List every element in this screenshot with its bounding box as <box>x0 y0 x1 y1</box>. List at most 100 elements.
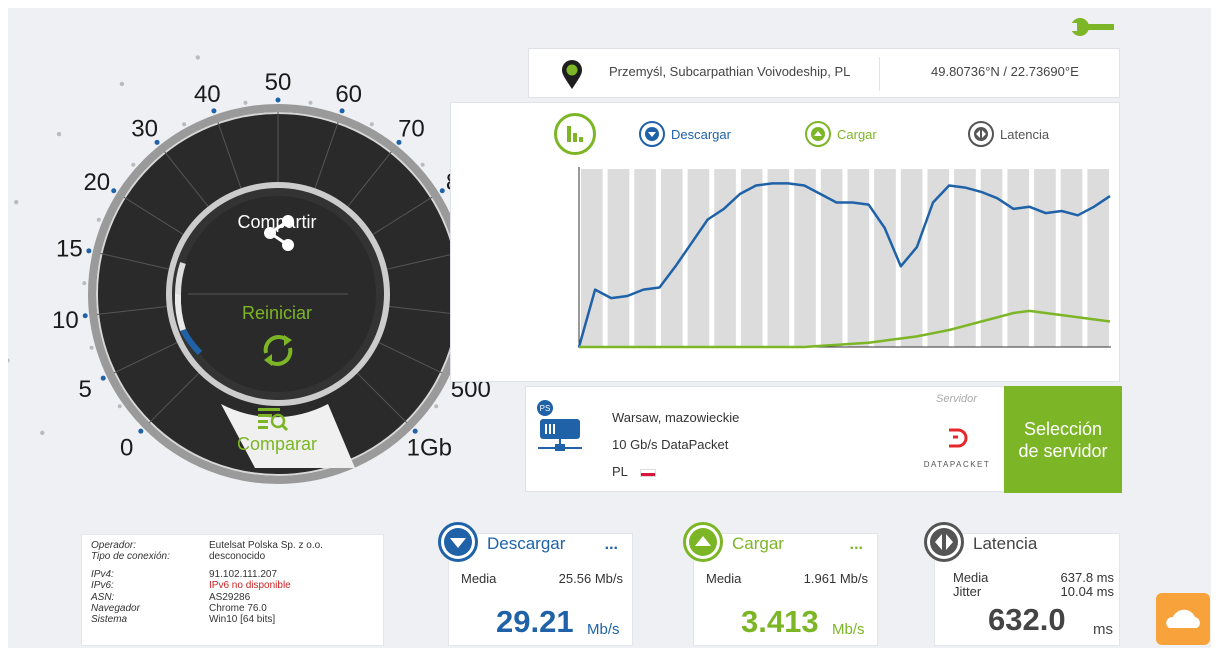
latency-icon <box>924 522 964 562</box>
gauge-dot <box>119 81 125 87</box>
latency-unit: ms <box>1093 621 1113 638</box>
info-value: Win10 [64 bits] <box>209 614 276 626</box>
gauge-label: 30 <box>131 116 158 143</box>
gauge-tick <box>131 162 136 167</box>
info-row: ASN: AS29286 <box>91 592 374 603</box>
download-avg-label: Media <box>461 571 497 586</box>
gauge-tick <box>275 97 281 103</box>
gauge-tick <box>96 217 101 222</box>
gauge-label: 70 <box>398 116 425 143</box>
chart-bar <box>954 169 976 347</box>
info-value: 91.102.111.207 <box>209 568 278 580</box>
download-arrow-icon <box>639 121 665 147</box>
wrench-icon[interactable] <box>1070 17 1114 37</box>
gauge-tick <box>243 100 248 105</box>
bar-chart-icon[interactable] <box>554 113 596 155</box>
upload-avg-label: Media <box>706 571 742 586</box>
upload-arrow-icon <box>805 121 831 147</box>
chart-bar <box>874 169 896 347</box>
gauge-tick <box>82 281 87 286</box>
info-row: IPv4: 91.102.111.207 <box>91 569 374 580</box>
chart-bar <box>607 169 630 347</box>
legend-latency[interactable]: Latencia <box>968 121 1049 147</box>
chart-bar <box>581 169 603 347</box>
gauge-label: 60 <box>335 81 362 108</box>
info-row: Tipo de conexión: desconocido <box>91 551 374 562</box>
speed-chart <box>578 167 1111 349</box>
select-server-button[interactable]: Selección de servidor <box>1004 386 1122 493</box>
server-country-row: PL <box>612 458 739 485</box>
location-coords: 49.80736°N / 22.73690°E <box>931 64 1079 79</box>
download-more-button[interactable]: ... <box>605 536 618 554</box>
datapacket-logo: DATAPACKET <box>922 427 992 469</box>
scroll-top-button[interactable] <box>1156 593 1210 645</box>
upload-card[interactable]: Cargar ... Media 1.961 Mb/s 3.413 Mb/s <box>683 522 878 646</box>
gauge-tick <box>89 345 94 350</box>
upload-speed-unit: Mb/s <box>832 621 865 638</box>
gauge-tick <box>100 375 106 381</box>
info-row: Operador: Eutelsat Polska Sp. z o.o. <box>91 540 374 551</box>
poland-flag-icon <box>639 468 656 477</box>
download-speed-value: 29.21 <box>496 604 574 639</box>
chart-bar <box>687 169 710 347</box>
gauge-label: 20 <box>83 169 110 196</box>
graph-panel: Descargar Cargar Latencia <box>450 102 1120 382</box>
latency-avg-value: 637.8 ms <box>1060 570 1114 585</box>
info-value: desconocido <box>209 551 266 563</box>
chart-bar <box>1007 169 1030 347</box>
info-value: Chrome 76.0 <box>209 603 267 615</box>
gauge-label: 15 <box>56 235 83 262</box>
location-pin-icon <box>562 60 582 89</box>
gauge-tick <box>308 100 313 105</box>
latency-value: 632.0 <box>988 602 1066 637</box>
gauge-tick <box>211 108 217 114</box>
latency-icon <box>968 121 994 147</box>
download-series-line <box>578 182 1111 348</box>
location-city: Przemyśl, Subcarpathian Voivodeship, PL <box>609 64 851 79</box>
server-city: Warsaw, mazowieckie <box>612 410 740 425</box>
chart-bar <box>1060 169 1083 347</box>
server-icon: PS <box>537 400 582 451</box>
gauge-label: 50 <box>265 69 292 96</box>
gauge-dot <box>195 55 200 60</box>
upload-avg-value: 1.961 Mb/s <box>803 571 868 586</box>
latency-avg-label: Media <box>953 570 989 585</box>
latency-title: Latencia <box>973 534 1038 553</box>
info-value: AS29286 <box>209 591 251 603</box>
chart-bar <box>714 169 736 347</box>
gauge-tick <box>82 313 88 319</box>
gauge-dot <box>56 131 62 137</box>
upload-speed-value: 3.413 <box>741 604 819 639</box>
svg-text:PS: PS <box>540 404 551 413</box>
gauge-label: 5 <box>79 376 92 403</box>
info-value: IPv6 no disponible <box>209 580 291 592</box>
download-avg-value: 25.56 Mb/s <box>558 571 623 586</box>
server-country: PL <box>612 464 628 479</box>
cloud-up-icon <box>1166 609 1200 628</box>
info-key: IPv4: <box>91 568 114 580</box>
compare-label[interactable]: Comparar <box>214 434 340 455</box>
info-row: Sistema Win10 [64 bits] <box>91 614 374 625</box>
upload-more-button[interactable]: ... <box>850 536 863 554</box>
gauge-tick <box>412 428 418 434</box>
info-key: Sistema <box>91 614 128 626</box>
legend-download[interactable]: Descargar <box>639 121 731 147</box>
latency-card[interactable]: Latencia Media 637.8 ms Jitter 10.04 ms … <box>924 522 1120 646</box>
chart-bar <box>660 169 683 347</box>
share-label[interactable]: Compartir <box>224 212 330 233</box>
info-value: Eutelsat Polska Sp. z o.o. <box>209 540 323 551</box>
info-key: ASN: <box>91 591 115 603</box>
info-key: Navegador <box>91 603 140 615</box>
restart-label[interactable]: Reiniciar <box>224 303 330 324</box>
legend-upload[interactable]: Cargar <box>805 121 877 147</box>
chart-bar <box>900 169 923 347</box>
datapacket-logo-icon <box>949 428 968 448</box>
legend-upload-label: Cargar <box>837 126 877 142</box>
gauge-tick <box>369 122 374 127</box>
server-details: Warsaw, mazowieckie 10 Gb/s DataPacket P… <box>612 404 739 485</box>
chart-bar <box>1034 169 1056 347</box>
gauge-tick <box>434 404 439 409</box>
download-card[interactable]: Descargar ... Media 25.56 Mb/s 29.21 Mb/… <box>438 522 633 646</box>
chart-bar <box>634 169 656 347</box>
server-panel: PS Warsaw, mazowieckie 10 Gb/s DataPacke… <box>525 386 1122 493</box>
